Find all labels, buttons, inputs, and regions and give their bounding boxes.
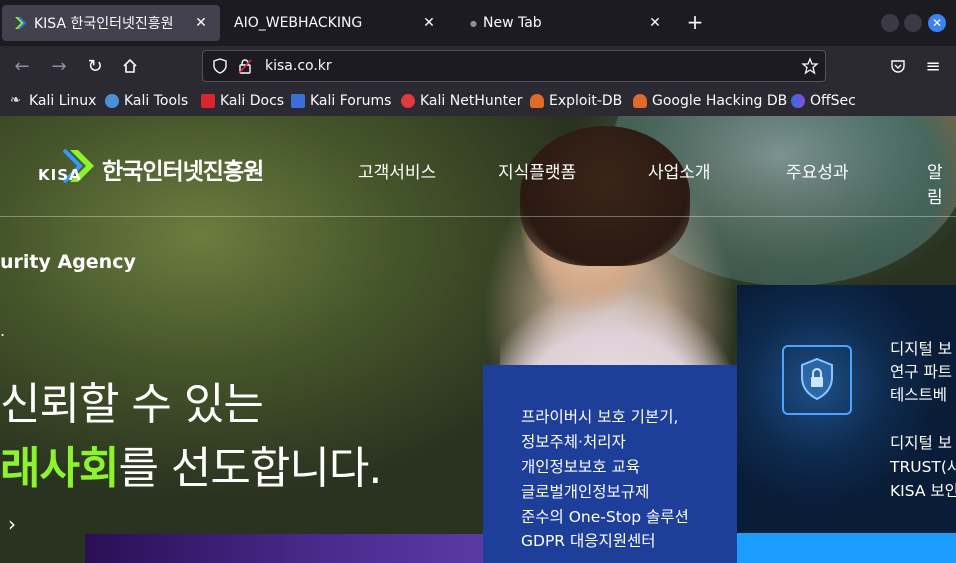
bookmark-label: Kali NetHunter: [420, 93, 523, 109]
hero-girl-hair-image: [520, 126, 690, 266]
kali-dragon-icon: ❧: [10, 93, 21, 108]
kali-docs-icon: [201, 94, 215, 108]
new-tab-plus-icon[interactable]: +: [684, 11, 706, 33]
close-tab-icon[interactable]: ✕: [420, 14, 438, 32]
shield-lock-icon: [801, 357, 833, 401]
bookmark-star-icon[interactable]: [801, 57, 819, 75]
hero-dot: .: [0, 321, 6, 340]
home-icon[interactable]: [118, 54, 142, 78]
nav-business-intro[interactable]: 사업소개: [648, 158, 711, 183]
kisa-logo[interactable]: KISA 한국인터넷진흥원: [38, 146, 264, 186]
bookmark-label: Kali Forums: [310, 93, 392, 109]
offsec-icon: [791, 94, 805, 108]
kisa-favicon-icon: [15, 16, 27, 30]
tab-dot-icon: ●: [470, 18, 477, 28]
url-text[interactable]: kisa.co.kr: [265, 58, 332, 74]
bookmark-label: OffSec: [810, 93, 856, 109]
navigation-toolbar: ← → ↻ kisa.co.kr ≡: [0, 46, 956, 86]
tab-title: AIO_WEBHACKING: [234, 15, 363, 31]
card-line: 글로벌개인정보규제: [521, 483, 650, 501]
bookmark-label: Google Hacking DB: [652, 93, 788, 109]
kali-tools-icon: [105, 94, 119, 108]
hero-headline-line2: 래사회를 선도합니다.: [0, 432, 382, 496]
card-line: 준수의 One-Stop 솔루션: [521, 508, 689, 526]
tab-kisa[interactable]: KISA 한국인터넷진흥원 ✕: [2, 5, 220, 41]
nav-divider: [0, 216, 956, 217]
shield-tracking-icon[interactable]: [212, 58, 228, 74]
kali-forums-icon: [291, 94, 305, 108]
bookmark-exploit-db[interactable]: Exploit-DB: [530, 91, 622, 111]
hero-headline-line1: 신뢰할 수 있는: [0, 379, 264, 430]
slide-next-chevron-icon[interactable]: ›: [8, 512, 16, 536]
purple-banner: [85, 534, 485, 563]
reload-icon[interactable]: ↻: [83, 54, 107, 78]
close-tab-icon[interactable]: ✕: [646, 14, 664, 32]
close-window-button[interactable]: ✕: [928, 14, 946, 32]
bookmark-kali-docs[interactable]: Kali Docs: [201, 91, 284, 111]
card-line: KISA 보인: [890, 482, 956, 500]
card-line: 테스트베: [890, 386, 948, 404]
card-line: 디지털 보: [890, 434, 952, 452]
card-line: 디지털 보: [890, 340, 952, 358]
bookmark-kali-tools[interactable]: Kali Tools: [105, 91, 188, 111]
card-line: GDPR 대응지원센터: [521, 532, 656, 550]
bookmark-kali-linux[interactable]: ❧ Kali Linux: [10, 91, 96, 111]
logo-korean-name: 한국인터넷진흥원: [102, 159, 264, 185]
logo-kisa-text: KISA: [38, 166, 82, 184]
card-line: TRUST(사: [890, 458, 956, 476]
bookmark-label: Kali Docs: [220, 93, 285, 109]
bookmark-kali-nethunter[interactable]: Kali NetHunter: [401, 91, 522, 111]
digital-security-card[interactable]: 디지털 보 연구 파트 테스트베 디지털 보 TRUST(사 KISA 보인: [737, 285, 956, 533]
card-line: 프라이버시 보호 기본기,: [521, 408, 679, 426]
maximize-window-button[interactable]: [904, 14, 922, 32]
bookmark-google-hacking-db[interactable]: Google Hacking DB: [633, 91, 787, 111]
lock-insecure-icon[interactable]: [237, 58, 253, 74]
tab-bar: KISA 한국인터넷진흥원 ✕ AIO_WEBHACKING ✕ ● New T…: [0, 0, 956, 46]
web-page-viewport: KISA 한국인터넷진흥원 고객서비스 지식플랫폼 사업소개 주요성과 알림 u…: [0, 116, 956, 563]
nav-knowledge-platform[interactable]: 지식플랫폼: [498, 158, 576, 183]
nav-key-achievements[interactable]: 주요성과: [786, 158, 849, 183]
url-bar[interactable]: kisa.co.kr: [202, 50, 826, 82]
minimize-window-button[interactable]: [881, 14, 899, 32]
tab-title: New Tab: [482, 15, 542, 31]
tab-title: KISA 한국인터넷진흥원: [34, 16, 174, 32]
nav-notices[interactable]: 알림: [927, 158, 956, 208]
bookmark-kali-forums[interactable]: Kali Forums: [291, 91, 391, 111]
menu-hamburger-icon[interactable]: ≡: [921, 54, 945, 78]
kisa-logo-mark: KISA: [38, 146, 98, 186]
bookmark-label: Exploit-DB: [549, 93, 623, 109]
hero-headline-rest: 를 선도합니다.: [118, 443, 382, 494]
card-line: 정보주체·처리자: [521, 433, 626, 451]
tab-new-tab[interactable]: ● New Tab ✕: [462, 5, 674, 41]
hero-subtitle: urity Agency: [0, 251, 136, 273]
close-tab-icon[interactable]: ✕: [192, 14, 210, 32]
back-arrow-icon[interactable]: ←: [10, 54, 34, 78]
exploit-db-icon: [530, 94, 544, 108]
bookmark-offsec[interactable]: OffSec: [791, 91, 856, 111]
forward-arrow-icon[interactable]: →: [47, 54, 71, 78]
kali-nethunter-icon: [401, 94, 415, 108]
cyan-banner: [737, 533, 956, 563]
bookmark-label: Kali Tools: [124, 93, 189, 109]
google-hacking-db-icon: [633, 94, 647, 108]
bookmark-label: Kali Linux: [29, 93, 97, 109]
tab-aio-webhacking[interactable]: AIO_WEBHACKING ✕: [222, 5, 448, 41]
gdpr-support-card[interactable]: 프라이버시 보호 기본기, 정보주체·처리자 개인정보보호 교육 글로벌개인정보…: [483, 365, 737, 563]
card-line: 개인정보보호 교육: [521, 458, 641, 476]
pocket-icon[interactable]: [886, 54, 910, 78]
card-line: 연구 파트: [890, 363, 952, 381]
nav-customer-service[interactable]: 고객서비스: [358, 158, 436, 183]
bookmarks-toolbar: ❧ Kali Linux Kali Tools Kali Docs Kali F…: [0, 86, 956, 116]
hero-headline-accent: 래사회: [0, 443, 119, 494]
